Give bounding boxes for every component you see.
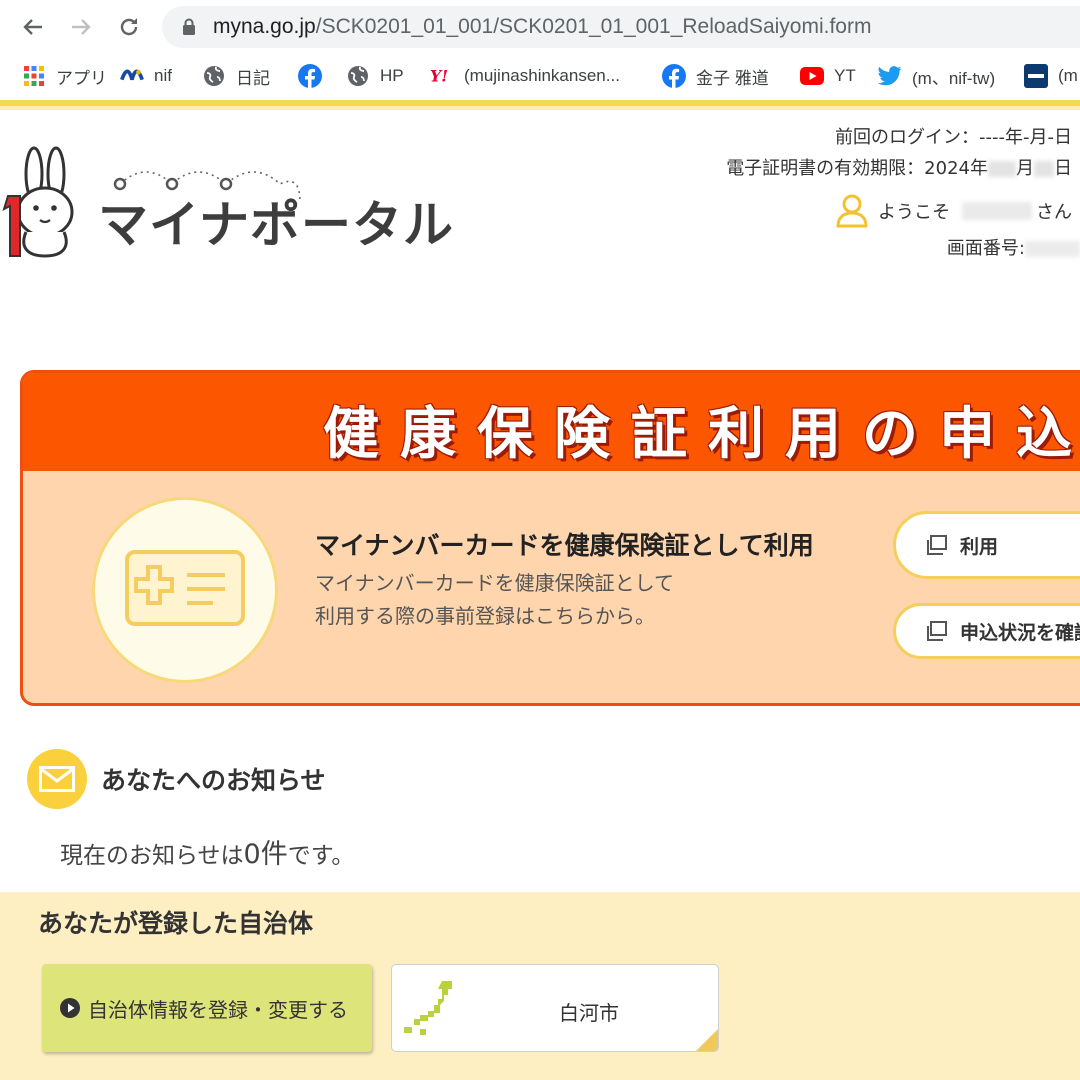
bookmarks-bar: アプリ nif 日記 HP Y! (mujinashinkansen... 金子… [0,54,1080,98]
envelope-icon [39,766,75,792]
url-text: myna.go.jp/SCK0201_01_001/SCK0201_01_001… [213,15,872,38]
city-name: 白河市 [559,1001,619,1025]
notice-count-text: 現在のお知らせは0件です。 [60,839,355,870]
play-circle-icon [60,998,80,1018]
facebook-icon [298,64,322,88]
back-button[interactable] [16,10,50,44]
panel-description: マイナンバーカードを健康保険証として 利用する際の事前登録はこちらから。 [315,571,674,628]
notice-count: 0件 [243,839,288,870]
bookmark-apps[interactable]: アプリ [22,62,107,90]
facebook-icon [662,64,686,88]
lock-icon [183,18,195,35]
mynaurabbit-mascot-icon [2,146,74,258]
panel-heading: マイナンバーカードを健康保険証として利用 [315,531,814,560]
last-login-text: 前回のログイン：----年-月-日 [835,127,1072,148]
myna-portal-logo[interactable]: マイナポータル [0,140,480,269]
notice-title: あなたへのお知らせ [101,766,326,795]
nifty-icon [120,64,144,88]
bookmark-hp[interactable]: HP [346,62,404,90]
japan-map-icon [404,981,452,1035]
card-corner-decoration [696,1029,718,1051]
notice-badge [27,749,87,809]
globe-icon [202,64,226,88]
browser-toolbar: myna.go.jp/SCK0201_01_001/SCK0201_01_001… [0,0,1080,54]
forward-button[interactable] [64,10,98,44]
apps-grid-icon [22,64,46,88]
bookmark-youtube[interactable]: YT [800,62,856,90]
bookmark-twitter[interactable]: (m、nif-tw) [878,62,995,90]
bookmark-facebook-kaneko[interactable]: 金子 雅道 [662,62,769,90]
municipality-title: あなたが登録した自治体 [38,909,314,938]
check-status-button[interactable]: 申込状況を確認 [893,603,1080,659]
logo-text: マイナポータル [98,196,454,254]
bookmark-yahoo[interactable]: Y! (mujinashinkansen... [430,62,620,90]
register-municipality-button[interactable]: 自治体情報を登録・変更する [42,964,372,1052]
health-card-illustration [92,497,278,683]
reload-icon [120,18,138,36]
bookmark-diary[interactable]: 日記 [202,62,270,90]
address-bar[interactable]: myna.go.jp/SCK0201_01_001/SCK0201_01_001… [162,6,1080,48]
insurance-card-icon [125,550,245,626]
bookmark-nikkei[interactable]: (m [1024,62,1078,90]
twitter-icon [878,64,902,88]
arrow-right-icon [72,19,91,35]
reload-button[interactable] [112,10,146,44]
cert-expiry-text: 電子証明書の有効期限：2024年月日 [726,158,1072,179]
user-info: 前回のログイン：----年-月-日 電子証明書の有効期限：2024年月日 [726,122,1072,184]
header-accent-bar [0,100,1080,110]
external-window-icon [927,535,947,555]
bookmark-nif[interactable]: nif [120,62,172,90]
yahoo-icon: Y! [430,64,454,88]
bookmark-facebook[interactable] [298,62,332,90]
nikkei-icon [1024,64,1048,88]
panel-header: 健康保険証利用の申込 [23,373,1080,471]
user-name-redacted [962,202,1032,220]
globe-icon [346,64,370,88]
screen-number: 画面番号: [947,234,1080,260]
apply-button[interactable]: 利用 [893,511,1080,579]
svg-text:Y!: Y! [430,67,448,85]
welcome-message: ようこそ さん [836,194,1072,228]
external-window-icon [927,621,947,641]
panel-title: 健康保険証利用の申込 [323,402,1080,467]
health-insurance-panel: 健康保険証利用の申込 マイナンバーカードを健康保険証として利用 マイナンバーカー… [20,370,1080,706]
municipality-card[interactable]: 白河市 [391,964,719,1052]
user-icon [836,194,868,228]
youtube-icon [800,64,824,88]
registered-municipality-section: あなたが登録した自治体 自治体情報を登録・変更する 白河市 [0,892,1080,1080]
arrow-left-icon [23,19,42,35]
